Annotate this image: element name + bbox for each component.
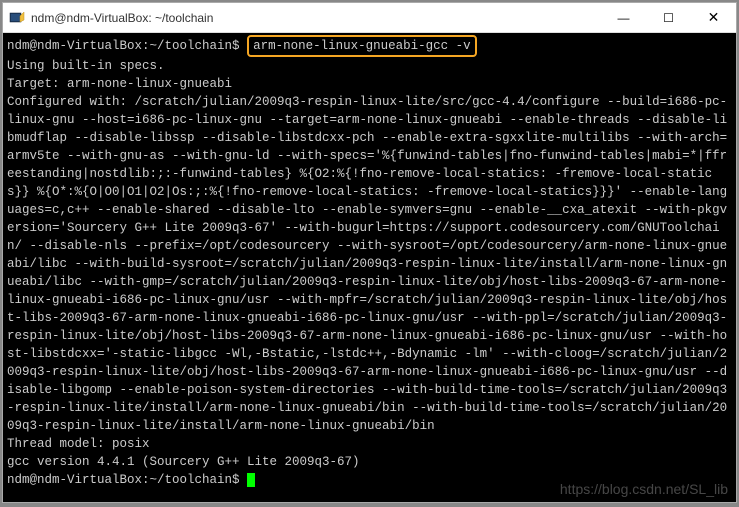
cursor bbox=[247, 473, 255, 487]
titlebar[interactable]: ndm@ndm-VirtualBox: ~/toolchain — ☐ ✕ bbox=[3, 3, 736, 33]
highlighted-command: arm-none-linux-gnueabi-gcc -v bbox=[247, 35, 477, 57]
terminal-line: Thread model: posix bbox=[7, 437, 150, 451]
putty-window: ndm@ndm-VirtualBox: ~/toolchain — ☐ ✕ nd… bbox=[2, 2, 737, 503]
putty-icon bbox=[9, 10, 25, 26]
shell-prompt: ndm@ndm-VirtualBox:~/toolchain$ bbox=[7, 39, 240, 53]
terminal-config-block: Configured with: /scratch/julian/2009q3-… bbox=[7, 95, 727, 433]
watermark-text: https://blog.csdn.net/SL_lib bbox=[560, 480, 728, 498]
window-title: ndm@ndm-VirtualBox: ~/toolchain bbox=[31, 11, 601, 25]
maximize-button[interactable]: ☐ bbox=[646, 3, 691, 32]
terminal-line: Using built-in specs. bbox=[7, 59, 165, 73]
terminal-line: Target: arm-none-linux-gnueabi bbox=[7, 77, 232, 91]
terminal-line: gcc version 4.4.1 (Sourcery G++ Lite 200… bbox=[7, 455, 360, 469]
shell-prompt: ndm@ndm-VirtualBox:~/toolchain$ bbox=[7, 473, 240, 487]
terminal-output[interactable]: ndm@ndm-VirtualBox:~/toolchain$ arm-none… bbox=[3, 33, 736, 502]
minimize-button[interactable]: — bbox=[601, 3, 646, 32]
close-button[interactable]: ✕ bbox=[691, 3, 736, 32]
window-controls: — ☐ ✕ bbox=[601, 3, 736, 32]
